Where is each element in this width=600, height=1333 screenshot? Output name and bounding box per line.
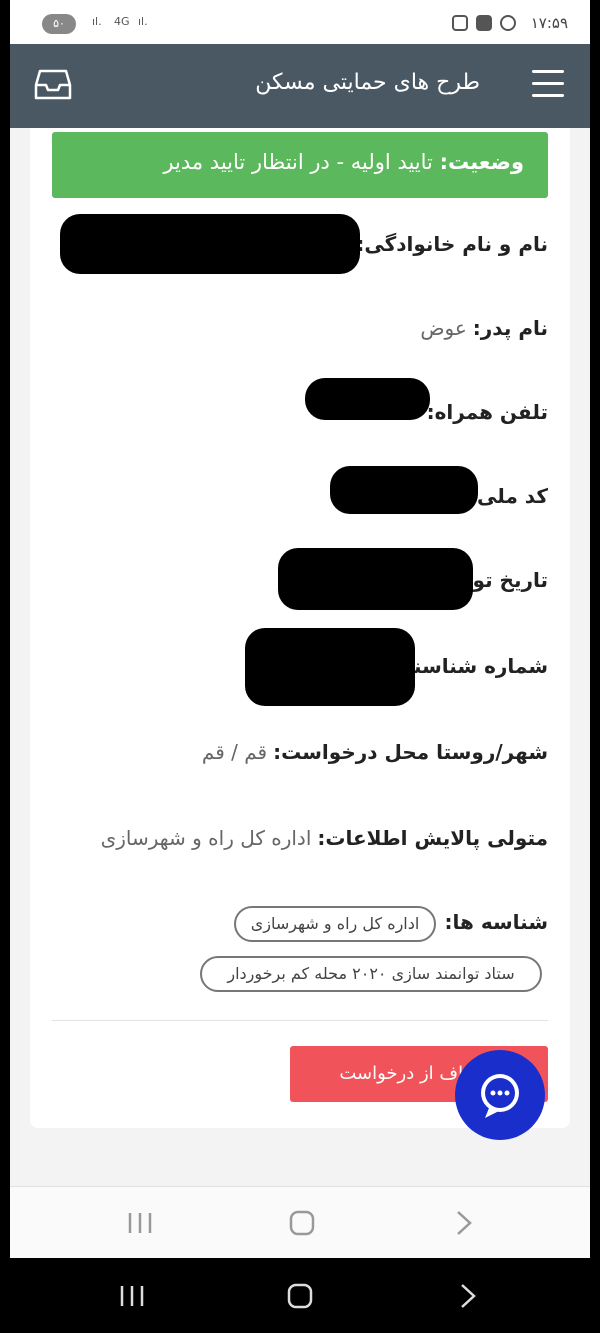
status-value: تایید اولیه - در انتظار تایید مدیر [163,150,433,174]
status-bar: ۵۰ ıl. 4G ıl. ۱۷:۵۹ [10,0,590,44]
reviewer-label: متولی پالایش اطلاعات: [317,826,548,850]
recents-icon[interactable] [128,1213,152,1233]
browser-nav-bar [10,1186,590,1258]
page-title: طرح های حمایتی مسکن [255,70,480,95]
tag-chip: اداره کل راه و شهرسازی [234,906,436,942]
signal-icon: ıl. [92,15,102,28]
request-card: وضعیت: تایید اولیه - در انتظار تایید مدی… [30,128,570,1128]
status-label: وضعیت: [439,150,524,174]
home-icon[interactable] [289,1210,315,1236]
field-full-name: نام و نام خانوادگی: [350,232,548,256]
battery-indicator: ۵۰ [42,14,76,34]
field-city: شهر/روستا محل درخواست:قم / قم [202,740,548,764]
chat-bubble-icon [481,1074,519,1118]
youtube-icon [476,15,492,31]
main-content: وضعیت: تایید اولیه - در انتظار تایید مدی… [10,128,590,1186]
system-home-icon[interactable] [287,1283,313,1309]
app-header: طرح های حمایتی مسکن [10,44,590,128]
father-name-value: عوض [420,316,467,340]
city-value: قم / قم [201,740,268,764]
full-name-label: نام و نام خانوادگی: [356,232,548,256]
chevron-right-icon[interactable] [457,1211,472,1235]
system-recents-icon[interactable] [120,1286,144,1306]
signal-icon-2: ıl. [138,15,148,28]
reviewer-value: اداره کل راه و شهرسازی [100,826,312,850]
father-name-label: نام پدر: [472,316,548,340]
field-father-name: نام پدر:عوض [420,316,548,340]
field-mobile: تلفن همراه: [421,400,548,424]
system-nav-bar [0,1258,600,1333]
redaction-mark [245,628,415,706]
divider [52,1020,548,1021]
hamburger-icon[interactable] [532,70,564,98]
tags-label: شناسه ها: [444,910,548,934]
field-reviewer: متولی پالایش اطلاعات:اداره کل راه و شهرس… [101,826,548,850]
redaction-mark [60,214,360,274]
mobile-label: تلفن همراه: [426,400,548,424]
chat-notification-icon [500,15,516,31]
status-alert: وضعیت: تایید اولیه - در انتظار تایید مدی… [52,132,548,198]
national-code-label: کد ملی: [469,484,548,508]
city-label: شهر/روستا محل درخواست: [273,740,548,764]
system-back-icon[interactable] [461,1284,476,1308]
redaction-mark [305,378,430,420]
redaction-mark [278,548,473,610]
tag-chip: ستاد توانمند سازی ۲۰۲۰ محله کم برخوردار [200,956,542,992]
chat-fab-button[interactable] [455,1050,545,1140]
inbox-icon[interactable] [34,68,72,102]
instagram-icon [452,15,468,31]
redaction-mark [330,466,478,514]
network-icon: 4G [114,15,130,28]
clock: ۱۷:۵۹ [530,14,568,32]
